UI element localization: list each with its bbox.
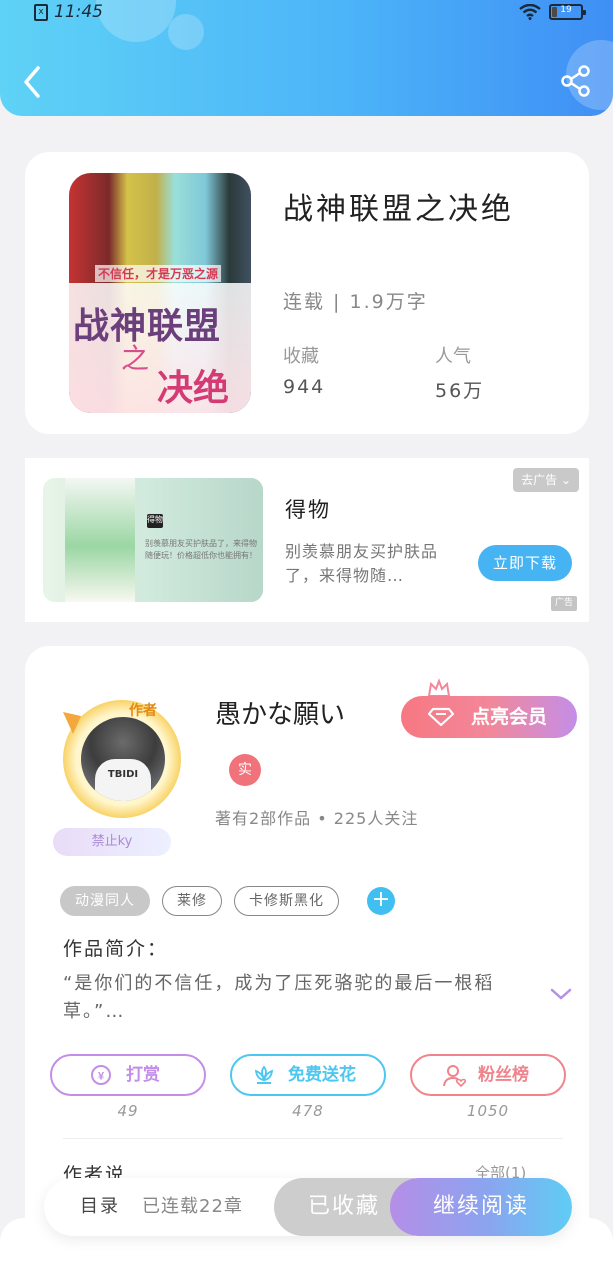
vip-label: 点亮会员 <box>471 706 548 728</box>
remove-ad-button[interactable]: 去广告 ⌄ <box>513 468 579 492</box>
share-icon[interactable] <box>559 64 593 98</box>
book-title: 战神联盟之决绝 <box>283 192 514 227</box>
fan-tag[interactable]: 禁止ky <box>53 828 171 856</box>
vip-button[interactable]: 点亮会员 <box>401 696 577 738</box>
flower-icon <box>254 1065 274 1084</box>
verified-badge: 实 <box>229 754 261 786</box>
divider <box>63 1138 563 1139</box>
flag-decor-icon <box>63 712 81 734</box>
intro-text: “是你们的不信任，成为了压死骆驼的最后一根稻草。”… <box>63 973 495 1022</box>
download-button[interactable]: 立即下载 <box>478 545 572 581</box>
avatar-text: TBIDI <box>95 759 151 801</box>
author-avatar-frame[interactable]: TBIDI 作者 <box>37 686 207 836</box>
continue-reading-button[interactable]: 继续阅读 <box>390 1178 572 1236</box>
tag-item[interactable]: 莱修 <box>162 886 222 916</box>
battery-level: 19 <box>560 5 572 15</box>
ad-image-logo: 得物 <box>147 514 163 528</box>
sim-card-icon: x <box>34 3 48 21</box>
ad-label-tag[interactable]: 广告 <box>550 596 577 611</box>
diamond-icon <box>427 707 455 727</box>
stat-label: 收藏 <box>283 346 319 367</box>
chapter-count[interactable]: 已连载22章 <box>142 1178 243 1236</box>
wifi-icon <box>519 4 541 20</box>
reward-label: 打赏 <box>126 1065 160 1085</box>
top-header: x 11:45 19 <box>0 0 613 116</box>
flower-count: 478 <box>292 1102 324 1120</box>
stat-label: 人气 <box>435 346 471 367</box>
crown-icon <box>427 678 451 697</box>
fans-count: 1050 <box>466 1102 510 1120</box>
cover-subtitle: 不信任，才是万恶之源 <box>95 265 222 282</box>
chevron-down-icon[interactable] <box>549 986 573 1002</box>
author-badge: 作者 <box>129 703 157 719</box>
ad-banner[interactable]: 得物 别羡慕朋友买护肤品了，来得物随便玩！价格超低你也能拥有！ 得物 别羡慕朋友… <box>25 458 589 622</box>
fans-ranking-label: 粉丝榜 <box>478 1065 529 1085</box>
remove-ad-label: 去广告 <box>521 473 558 487</box>
status-time: 11:45 <box>54 2 103 22</box>
stat-value: 56万 <box>435 380 485 402</box>
tag-list: 动漫同人 莱修 卡修斯黑化 + <box>60 886 395 916</box>
ad-tag-text: 广告 <box>554 598 573 608</box>
toc-button[interactable]: 目录 <box>80 1178 120 1236</box>
avatar: TBIDI <box>81 717 165 801</box>
stat-popularity: 人气 56万 <box>435 342 484 403</box>
cover-artwork: 不信任，才是万恶之源 战神联盟 之 决绝 <box>69 173 251 413</box>
tag-item[interactable]: 动漫同人 <box>60 886 150 916</box>
send-flower-button[interactable]: 免费送花 <box>230 1054 386 1096</box>
battery-icon: 19 <box>549 4 586 20</box>
book-status: 连载 | 1.9万字 <box>283 291 428 313</box>
ad-image-text: 别羡慕朋友买护肤品了，来得物随便玩！价格超低你也能拥有！ <box>145 539 257 560</box>
author-meta: 著有2部作品 • 225人关注 <box>215 809 419 828</box>
author-name[interactable]: 愚かな願い <box>215 694 345 731</box>
tag-item[interactable]: 卡修斯黑化 <box>234 886 339 916</box>
cover-title-line3: 决绝 <box>157 367 230 409</box>
svg-text:¥: ¥ <box>98 1071 105 1083</box>
intro-label: 作品简介： <box>63 938 169 960</box>
book-cover[interactable]: 不信任，才是万恶之源 战神联盟 之 决绝 <box>69 173 251 413</box>
stat-favorites: 收藏 944 <box>283 342 325 398</box>
add-tag-button[interactable]: + <box>367 887 395 915</box>
ad-description: 别羡慕朋友买护肤品了，来得物随… <box>285 542 439 585</box>
ad-phone-screenshot <box>65 478 135 602</box>
cover-title-line2: 之 <box>121 342 150 375</box>
yen-icon: ¥ <box>91 1065 111 1085</box>
back-arrow-icon[interactable] <box>18 62 50 102</box>
send-flower-label: 免费送花 <box>288 1065 356 1085</box>
fans-ranking-button[interactable]: 粉丝榜 <box>410 1054 566 1096</box>
bottom-action-bar: 目录 已连载22章 已收藏 继续阅读 <box>44 1178 572 1236</box>
fans-icon <box>443 1065 467 1088</box>
ad-title: 得物 <box>285 498 331 522</box>
reward-button[interactable]: ¥ 打赏 <box>50 1054 206 1096</box>
chevron-down-icon: ⌄ <box>560 473 571 487</box>
stat-value: 944 <box>283 376 326 398</box>
reward-count: 49 <box>117 1102 139 1120</box>
status-bar: x 11:45 19 <box>0 0 613 26</box>
ad-image[interactable]: 得物 别羡慕朋友买护肤品了，来得物随便玩！价格超低你也能拥有！ <box>43 478 263 602</box>
book-info-card: 不信任，才是万恶之源 战神联盟 之 决绝 战神联盟之决绝 连载 | 1.9万字 … <box>25 152 589 434</box>
